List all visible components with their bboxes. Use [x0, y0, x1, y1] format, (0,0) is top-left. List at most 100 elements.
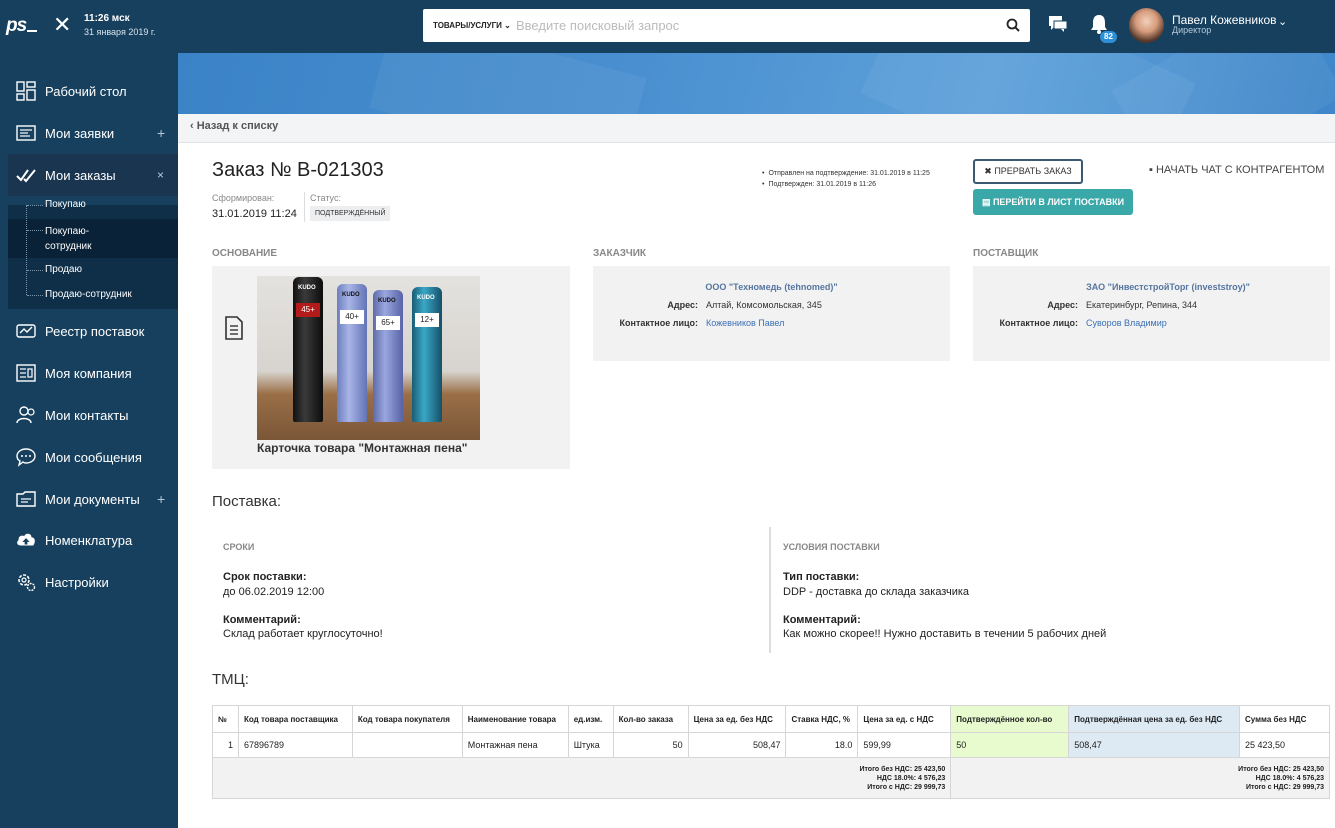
col-header[interactable]: Код товара покупателя	[351, 705, 463, 733]
formed-label: Сформирован:	[212, 193, 275, 203]
event-item: Подтвержден: 31.01.2019 в 11:26	[762, 179, 930, 190]
requests-icon	[16, 125, 36, 141]
event-log: Отправлен на подтверждение: 31.01.2019 в…	[762, 168, 930, 190]
page-title: Заказ № В-021303	[212, 159, 384, 181]
abort-order-button[interactable]: ✖ ПРЕРВАТЬ ЗАКАЗ	[973, 159, 1083, 184]
submenu-item-selling[interactable]: Продаю	[45, 264, 82, 275]
collapse-icon[interactable]: ×	[157, 168, 164, 182]
delivery-type-value: DDP - доставка до склада заказчика	[783, 586, 970, 598]
sidebar-item-settings[interactable]: Настройки	[0, 561, 178, 603]
cell-buyer-code	[351, 732, 463, 758]
search-box[interactable]: ТОВАРЫ/УСЛУГИ ⌄ Введите поисковый запрос	[423, 9, 1030, 42]
sidebar-item-nomenclature[interactable]: Номенклатура	[0, 519, 178, 561]
cell-product-name: Монтажная пена	[461, 732, 569, 758]
messages-icon	[16, 448, 36, 467]
expand-icon[interactable]: +	[157, 491, 165, 507]
user-role: Директор	[1172, 25, 1212, 35]
chat-icon[interactable]	[1049, 16, 1067, 32]
formed-value: 31.01.2019 11:24	[212, 208, 297, 220]
table-row[interactable]: 1 67896789 Монтажная пена Штука 50 508,4…	[212, 732, 1330, 758]
delivery-heading: Поставка:	[212, 493, 282, 510]
goods-heading: ТМЦ:	[212, 671, 249, 688]
sidebar-item-label: Мои заявки	[45, 125, 115, 141]
total-line: Итого с НДС: 29 999,73	[867, 783, 946, 791]
col-header[interactable]: Подтверждённая цена за ед. без НДС	[1068, 705, 1241, 733]
col-header[interactable]: Код товара поставщика	[237, 705, 353, 733]
documents-icon	[16, 491, 36, 507]
col-header[interactable]: ед.изм.	[567, 705, 614, 733]
go-to-delivery-sheet-button[interactable]: ▤ ПЕРЕЙТИ В ЛИСТ ПОСТАВКИ	[973, 189, 1133, 215]
basis-caption[interactable]: Карточка товара "Монтажная пена"	[257, 441, 467, 455]
customer-name[interactable]: ООО "Техномедь (tehnomed)"	[593, 282, 950, 292]
term-label: Срок поставки:	[223, 571, 307, 583]
table-header-row: № Код товара поставщика Код товара покуп…	[212, 705, 1330, 733]
product-photo[interactable]: 45+ KUDO 40+ KUDO 65+ KUDO 12+ KUDO	[257, 276, 480, 440]
totals-left: Итого без НДС: 25 423,50 НДС 18.0%: 4 57…	[211, 757, 952, 799]
basis-heading: ОСНОВАНИЕ	[212, 248, 278, 259]
start-chat-label: НАЧАТЬ ЧАТ С КОНТРАГЕНТОМ	[1155, 164, 1325, 176]
conditions-heading: УСЛОВИЯ ПОСТАВКИ	[783, 542, 880, 552]
contacts-icon	[16, 406, 35, 424]
can-label: 65+	[376, 316, 400, 330]
event-item: Отправлен на подтверждение: 31.01.2019 в…	[762, 168, 929, 179]
start-chat-link[interactable]: ▪ НАЧАТЬ ЧАТ С КОНТРАГЕНТОМ	[1149, 164, 1324, 176]
goods-table: № Код товара поставщика Код товара покуп…	[211, 705, 1330, 799]
avatar[interactable]	[1129, 8, 1164, 43]
settings-icon	[18, 574, 36, 592]
sidebar-item-label: Мои контакты	[45, 407, 129, 423]
sidebar-item-contacts[interactable]: Мои контакты	[0, 394, 178, 436]
search-category-select[interactable]: ТОВАРЫ/УСЛУГИ ⌄	[433, 21, 511, 30]
tree-dash	[27, 270, 43, 271]
submenu-item-selling-employee[interactable]: Продаю-сотрудник	[45, 289, 132, 300]
total-line: НДС 18.0%: 4 576,23	[876, 774, 946, 782]
supplier-contact-label: Контактное лицо:	[999, 318, 1078, 328]
search-input[interactable]: Введите поисковый запрос	[516, 18, 679, 33]
sidebar: Рабочий стол Мои заявки + Мои заказы × П…	[0, 53, 178, 828]
col-header[interactable]: Ставка НДС, %	[785, 705, 859, 733]
col-header[interactable]: Кол-во заказа	[612, 705, 689, 733]
cell-price-no-vat: 508,47	[687, 732, 787, 758]
col-header[interactable]: Цена за ед. без НДС	[687, 705, 787, 733]
back-link[interactable]: ‹ Назад к списку	[190, 120, 278, 132]
col-header[interactable]: №	[212, 705, 239, 733]
sidebar-item-requests[interactable]: Мои заявки +	[0, 112, 178, 154]
supplier-contact[interactable]: Суворов Владимир	[1086, 318, 1167, 328]
supplier-name[interactable]: ЗАО "ИнвестстройТорг (investstroy)"	[973, 282, 1335, 292]
customer-address-label: Адрес:	[667, 300, 698, 310]
submenu-item-buying-employee[interactable]: Покупаю- сотрудник	[45, 224, 91, 254]
supplier-address-label: Адрес:	[1047, 300, 1078, 310]
sidebar-item-orders[interactable]: Мои заказы ×	[8, 154, 178, 196]
col-header[interactable]: Подтверждённое кол-во	[950, 705, 1070, 733]
sidebar-item-label: Мои заказы	[45, 167, 116, 183]
clock: 11:26 мск	[84, 13, 130, 24]
comment-value: Склад работает круглосуточно!	[223, 628, 383, 640]
tree-dash	[27, 205, 43, 206]
totals-row: Итого без НДС: 25 423,50 НДС 18.0%: 4 57…	[211, 757, 1330, 799]
logo[interactable]: ps	[6, 15, 27, 37]
terms-heading: СРОКИ	[223, 542, 255, 552]
col-header[interactable]: Наименование товара	[461, 705, 569, 733]
chat-bubble-icon: ▪	[1149, 164, 1153, 176]
col-header[interactable]: Цена за ед. с НДС	[857, 705, 952, 733]
sidebar-item-dashboard[interactable]: Рабочий стол	[0, 70, 178, 112]
customer-contact[interactable]: Кожевников Павел	[706, 318, 784, 328]
cell-unit: Штука	[567, 732, 614, 758]
col-header[interactable]: Сумма без НДС	[1239, 705, 1330, 733]
sidebar-item-messages[interactable]: Мои сообщения	[0, 436, 178, 478]
close-icon[interactable]: ✕	[53, 14, 71, 36]
chevron-down-icon[interactable]: ⌄	[1278, 15, 1287, 28]
foam-can-blue: 40+ KUDO	[337, 284, 367, 422]
foam-can-black: 45+ KUDO	[293, 277, 323, 422]
orders-icon	[16, 169, 36, 183]
sidebar-item-company[interactable]: Моя компания	[0, 352, 178, 394]
header-divider	[304, 192, 305, 222]
expand-icon[interactable]: +	[157, 125, 165, 141]
back-link-label: Назад к списку	[196, 120, 279, 132]
sidebar-item-documents[interactable]: Мои документы +	[0, 478, 178, 520]
search-icon[interactable]	[1006, 18, 1020, 32]
cell-confirmed-price: 508,47	[1068, 732, 1241, 758]
sidebar-item-registry[interactable]: Реестр поставок	[0, 310, 178, 352]
can-brand: KUDO	[417, 295, 435, 301]
submenu-item-buying[interactable]: Покупаю	[45, 199, 86, 210]
sidebar-item-label: Номенклатура	[45, 532, 133, 548]
